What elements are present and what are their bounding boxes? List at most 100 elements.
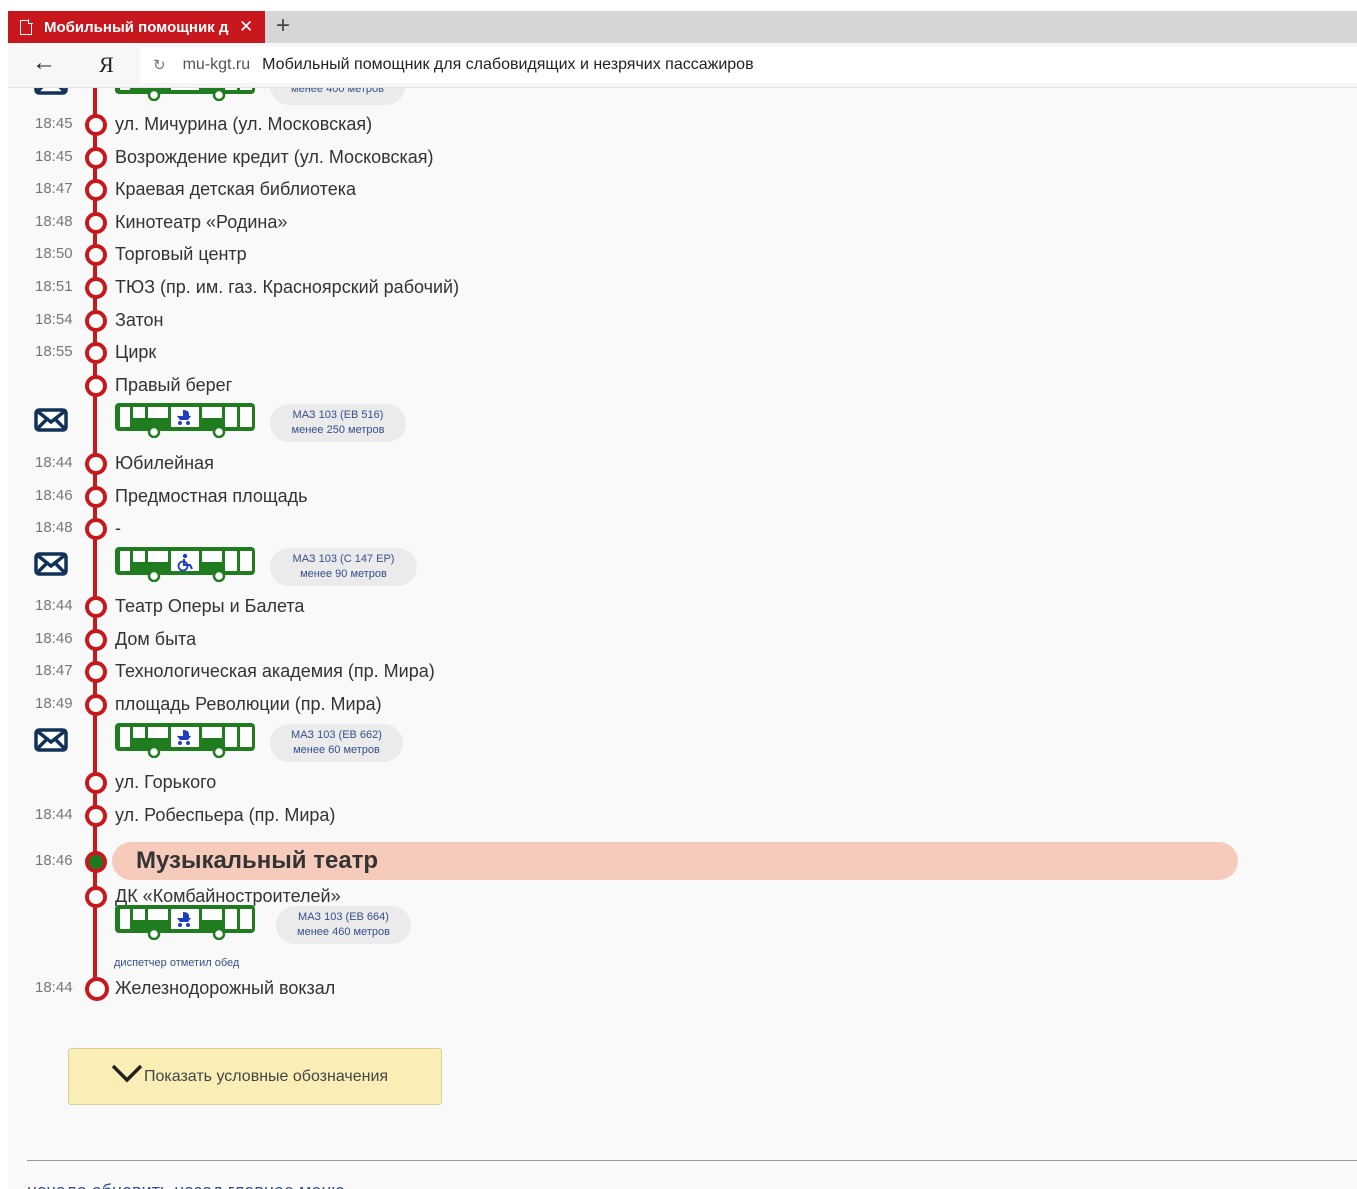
bus-distance: менее 90 метров	[300, 568, 387, 580]
bus-info-pill: МАЗ 103 (ЕВ 664) менее 460 метров	[276, 906, 411, 944]
stop-time: 18:44	[35, 454, 73, 471]
stop-marker-icon	[85, 804, 107, 827]
envelope-icon[interactable]	[34, 88, 68, 95]
stop-name: Кинотеатр «Родина»	[115, 211, 288, 232]
bus-info-pill: менее 400 метров	[270, 88, 405, 105]
yandex-logo-icon[interactable]: Я	[99, 52, 114, 78]
stop-marker-icon	[85, 596, 107, 618]
stop-name: Затон	[115, 309, 164, 330]
divider	[27, 1160, 1357, 1161]
stop-marker-icon	[85, 146, 107, 169]
back-arrow-icon[interactable]: ←	[32, 49, 56, 77]
tab-title: Мобильный помощник для слабовидящих и не…	[44, 18, 229, 36]
stop-marker-icon	[85, 179, 107, 202]
bus-model: МАЗ 103 (С 147 ЕР)	[292, 553, 395, 565]
bus-stroller-icon	[115, 723, 255, 758]
stop-marker-icon	[85, 114, 107, 136]
stop-time: 18:45	[35, 115, 73, 132]
stop-name: Железнодорожный вокзал	[115, 978, 336, 998]
new-tab-button[interactable]: +	[276, 11, 290, 43]
stop-name: Краевая детская библиотека	[115, 179, 356, 200]
footer-link-main-menu[interactable]: главное меню	[228, 1181, 345, 1189]
footer-link-back[interactable]: назад	[174, 1181, 223, 1189]
bus-model: МАЗ 103 (ЕВ 664)	[298, 911, 389, 923]
stop-marker-icon	[85, 374, 107, 397]
active-tab[interactable]: Мобильный помощник для слабовидящих и не…	[8, 11, 265, 43]
document-icon	[20, 18, 33, 35]
stop-marker-icon	[85, 453, 107, 475]
stop-name: Технологическая академия (пр. Мира)	[115, 661, 435, 682]
current-stop-highlight[interactable]: Музыкальный театр	[112, 842, 1238, 880]
bus-stroller-icon	[115, 905, 255, 940]
stop-name: Театр Оперы и Балета	[115, 596, 305, 616]
bus-distance: менее 60 метров	[293, 744, 380, 756]
show-legend-button[interactable]: Показать условные обозначения	[68, 1048, 442, 1105]
stop-marker-icon	[85, 886, 107, 908]
envelope-icon[interactable]	[34, 408, 68, 432]
address-bar-row: ← Я ↻ mu-kgt.ru Мобильный помощник для с…	[8, 43, 1357, 88]
stop-time: 18:46	[35, 486, 73, 504]
stop-time: 18:49	[35, 694, 73, 712]
bus-stroller-icon	[115, 403, 255, 438]
stop-name: ул. Мичурина (ул. Московская)	[115, 114, 373, 134]
stop-time: 18:44	[35, 979, 73, 996]
stop-marker-icon	[85, 518, 107, 540]
stop-time: 18:47	[35, 180, 73, 198]
stop-marker-icon	[85, 485, 107, 508]
envelope-icon[interactable]	[34, 552, 68, 576]
stop-time: 18:45	[35, 147, 73, 165]
legend-button-label: Показать условные обозначения	[144, 1068, 389, 1085]
stop-time: 18:48	[35, 519, 73, 536]
dispatcher-note: диспетчер отметил обед	[114, 957, 240, 969]
stop-marker-icon	[85, 277, 107, 299]
stop-marker-icon	[85, 342, 107, 365]
stop-name: -	[115, 518, 121, 538]
bus-model: МАЗ 103 (ЕВ 662)	[291, 729, 382, 741]
bus-distance: менее 460 метров	[297, 926, 390, 938]
url-domain: mu-kgt.ru	[182, 56, 251, 73]
final-stop-marker-icon	[85, 977, 109, 1001]
stop-name: площадь Революции (пр. Мира)	[115, 693, 382, 714]
stop-name: ул. Горького	[115, 772, 217, 792]
stop-marker-icon	[85, 693, 107, 716]
stop-name: Юбилейная	[115, 453, 214, 473]
stop-name: Правый берег	[115, 374, 233, 395]
stop-time: 18:50	[35, 245, 73, 263]
stop-time: 18:55	[35, 343, 73, 361]
footer-nav: начало обновить назад главное меню	[27, 1181, 345, 1189]
chevron-down-icon	[111, 1064, 143, 1083]
stop-marker-icon	[85, 309, 107, 332]
bus-info-pill: МАЗ 103 (ЕВ 662) менее 60 метров	[270, 724, 403, 762]
stop-marker-icon	[85, 628, 107, 651]
close-tab-icon[interactable]: ✕	[239, 17, 253, 37]
stop-time: 18:48	[35, 212, 73, 230]
bus-wheelchair-icon	[115, 547, 255, 582]
footer-link-start[interactable]: начало	[27, 1181, 87, 1189]
url-page-title: Мобильный помощник для слабовидящих и не…	[262, 56, 754, 73]
current-stop-name: Музыкальный театр	[136, 847, 379, 874]
envelope-icon[interactable]	[34, 728, 68, 752]
bus-distance: менее 250 метров	[291, 424, 385, 436]
bus-stroller-icon	[115, 88, 255, 101]
footer-link-refresh[interactable]: обновить	[92, 1181, 170, 1189]
bus-info-pill: МАЗ 103 (ЕВ 516) менее 250 метров	[270, 404, 406, 442]
stop-name: Возрождение кредит (ул. Московская)	[115, 146, 434, 167]
route-page: менее 400 метров 18:45 ул. Мичурина (ул. …	[8, 88, 1357, 1189]
stop-marker-icon	[85, 211, 107, 234]
stop-name: Цирк	[115, 342, 157, 363]
bus-distance: менее 400 метров	[291, 88, 384, 95]
reload-icon[interactable]: ↻	[153, 56, 166, 74]
bus-model: МАЗ 103 (ЕВ 516)	[292, 409, 384, 421]
tab-bar: Мобильный помощник для слабовидящих и не…	[8, 11, 1357, 43]
stop-time: 18:46	[35, 629, 73, 647]
stop-name: Предмостная площадь	[115, 485, 308, 506]
stop-name: ул. Робеспьера (пр. Мира)	[115, 804, 336, 825]
stop-marker-icon	[85, 772, 107, 794]
stop-marker-icon	[85, 244, 107, 267]
stop-name: Дом быта	[115, 628, 197, 649]
stop-time: 18:51	[35, 278, 73, 295]
address-field[interactable]: ↻ mu-kgt.ru Мобильный помощник для слабо…	[140, 47, 1357, 83]
browser-window: Мобильный помощник для слабовидящих и не…	[8, 11, 1357, 1189]
stop-name: ТЮЗ (пр. им. газ. Красноярский рабочий)	[115, 277, 460, 297]
stop-time: 18:44	[35, 805, 73, 823]
